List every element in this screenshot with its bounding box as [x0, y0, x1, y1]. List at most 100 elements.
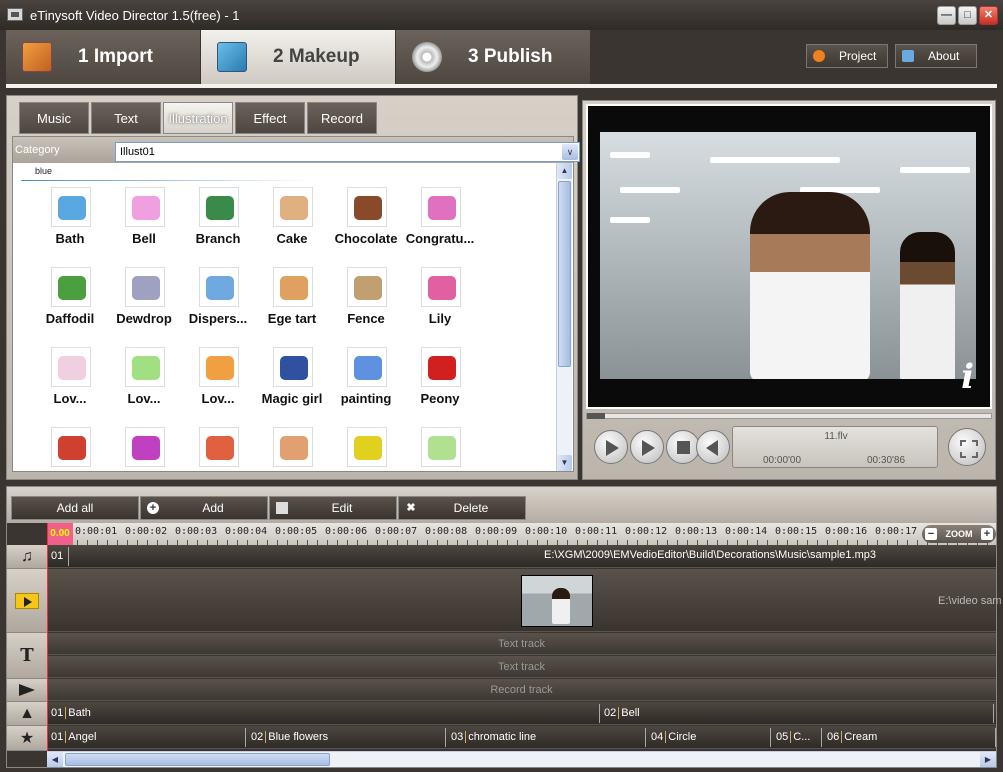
scroll-left-arrow-icon[interactable]: ◀: [47, 752, 63, 767]
scrollbar-thumb[interactable]: [65, 753, 330, 766]
horizontal-scrollbar[interactable]: ◀ ▶: [47, 751, 996, 767]
fullscreen-button[interactable]: [948, 428, 986, 466]
video-play-icon: [15, 592, 39, 609]
group-divider: [21, 180, 311, 181]
illustration-label: Daffodil: [45, 311, 95, 326]
ceiling-light: [610, 152, 650, 158]
illustration-item[interactable]: [33, 427, 107, 471]
illustration-item[interactable]: Ege tart: [255, 267, 329, 343]
illustration-item[interactable]: [107, 427, 181, 471]
playhead-line[interactable]: [47, 523, 48, 751]
illustration-item[interactable]: Lov...: [33, 347, 107, 423]
tab-record-label: Record: [321, 111, 363, 126]
video-track[interactable]: E:\video sam: [47, 569, 1002, 632]
tab-illustration[interactable]: Illustration: [163, 102, 233, 134]
clip-index: 01: [51, 731, 64, 743]
record-track-icon: [7, 679, 47, 702]
playback-progress[interactable]: [586, 413, 992, 419]
flag-icon: [19, 684, 35, 696]
clip-index: 06: [827, 731, 840, 743]
illustration-art-icon: [206, 356, 234, 380]
illustration-item[interactable]: [329, 427, 403, 471]
tab-effect[interactable]: Effect: [235, 102, 305, 134]
illustration-item[interactable]: [255, 427, 329, 471]
illustration-item[interactable]: Dewdrop: [107, 267, 181, 343]
zoom-in-button[interactable]: +: [981, 528, 993, 540]
illustration-item[interactable]: Branch: [181, 187, 255, 263]
video-preview[interactable]: i: [586, 104, 992, 409]
illustration-item[interactable]: Magic girl: [255, 347, 329, 423]
edit-button[interactable]: Edit: [269, 496, 397, 520]
tab-music[interactable]: Music: [19, 102, 89, 134]
illustration-item[interactable]: Daffodil: [33, 267, 107, 343]
minimize-button[interactable]: —: [937, 6, 956, 25]
info-icon[interactable]: i: [961, 357, 974, 397]
scroll-right-arrow-icon[interactable]: ▶: [980, 752, 996, 767]
illustration-item[interactable]: Peony: [403, 347, 477, 423]
chevron-down-icon[interactable]: ∨: [562, 144, 578, 160]
tab-publish[interactable]: 3 Publish: [396, 30, 590, 84]
illustration-item[interactable]: Lily: [403, 267, 477, 343]
illustration-item[interactable]: Bell: [107, 187, 181, 263]
effect-clip[interactable]: 04 Circle: [647, 728, 771, 747]
scroll-up-arrow-icon[interactable]: ▲: [557, 163, 572, 179]
tab-publish-label: 3 Publish: [468, 46, 553, 67]
illustration-label: Cake: [276, 231, 308, 246]
illustration-clip[interactable]: 01 Bath: [47, 704, 600, 723]
illustration-item[interactable]: Dispers...: [181, 267, 255, 343]
tab-makeup[interactable]: 2 Makeup: [201, 30, 395, 84]
illustration-item[interactable]: Congratu...: [403, 187, 477, 263]
tab-record[interactable]: Record: [307, 102, 377, 134]
illustration-thumbnail: [347, 427, 387, 467]
illustration-item[interactable]: painting: [329, 347, 403, 423]
illustration-item[interactable]: [181, 427, 255, 471]
play-button[interactable]: [630, 430, 664, 464]
scrollbar-thumb[interactable]: [558, 181, 571, 367]
total-time: 00:30'86: [867, 455, 906, 466]
record-track[interactable]: Record track: [47, 679, 996, 701]
scroll-down-arrow-icon[interactable]: ▼: [557, 455, 572, 471]
illustration-item[interactable]: Chocolate: [329, 187, 403, 263]
illustration-item[interactable]: Bath: [33, 187, 107, 263]
add-all-button[interactable]: Add all: [11, 496, 139, 520]
play-pause-button[interactable]: [594, 430, 628, 464]
delete-button[interactable]: ✖ Delete: [398, 496, 526, 520]
text-track-2[interactable]: Text track: [47, 656, 996, 678]
time-ruler[interactable]: 0.00 0:00:01 0:00:02 0:00:03 0:00:04 0:00:05…: [47, 523, 996, 545]
maximize-button[interactable]: □: [958, 6, 977, 25]
illustration-item[interactable]: Lov...: [107, 347, 181, 423]
tab-import[interactable]: 1 Import: [6, 30, 200, 84]
music-track[interactable]: 01 E:\XGM\2009\EMVedioEditor\Build\Decor…: [47, 545, 996, 568]
effect-clip[interactable]: 06 Cream: [823, 728, 996, 747]
current-time: 00:00'00: [763, 455, 802, 466]
stop-button[interactable]: [666, 430, 700, 464]
playhead-time[interactable]: 0.00: [47, 523, 73, 545]
zoom-out-button[interactable]: −: [925, 528, 937, 540]
category-select[interactable]: Illust01 ∨: [115, 142, 580, 162]
progress-knob[interactable]: [587, 413, 605, 419]
illustration-track[interactable]: 01 Bath 02 Bell: [47, 702, 996, 725]
illustration-label: Congratu...: [405, 231, 475, 246]
illustration-item[interactable]: Cake: [255, 187, 329, 263]
text-track-1[interactable]: Text track: [47, 633, 996, 655]
video-clip-thumbnail[interactable]: [521, 575, 593, 627]
effect-clip[interactable]: 03 chromatic line: [447, 728, 646, 747]
effect-clip[interactable]: 02 Blue flowers: [247, 728, 446, 747]
vertical-scrollbar[interactable]: ▲ ▼: [556, 163, 572, 471]
add-button[interactable]: + Add: [140, 496, 268, 520]
effect-track[interactable]: 01 Angel 02 Blue flowers 03 chromatic line 04 C…: [47, 726, 996, 749]
illustration-item[interactable]: Lov...: [181, 347, 255, 423]
effect-clip[interactable]: 01 Angel: [47, 728, 246, 747]
about-button[interactable]: About: [895, 44, 977, 68]
category-value: Illust01: [120, 146, 155, 158]
illustration-clip[interactable]: 02 Bell: [600, 704, 994, 723]
illustration-item[interactable]: [403, 427, 477, 471]
volume-button[interactable]: [696, 430, 730, 464]
illustration-item[interactable]: Fence: [329, 267, 403, 343]
tab-text[interactable]: Text: [91, 102, 161, 134]
project-button[interactable]: Project: [806, 44, 888, 68]
effect-clip[interactable]: 05 C...: [772, 728, 822, 747]
music-clip[interactable]: 01: [47, 547, 69, 566]
close-button[interactable]: ✕: [979, 6, 998, 25]
illustration-art-icon: [280, 276, 308, 300]
